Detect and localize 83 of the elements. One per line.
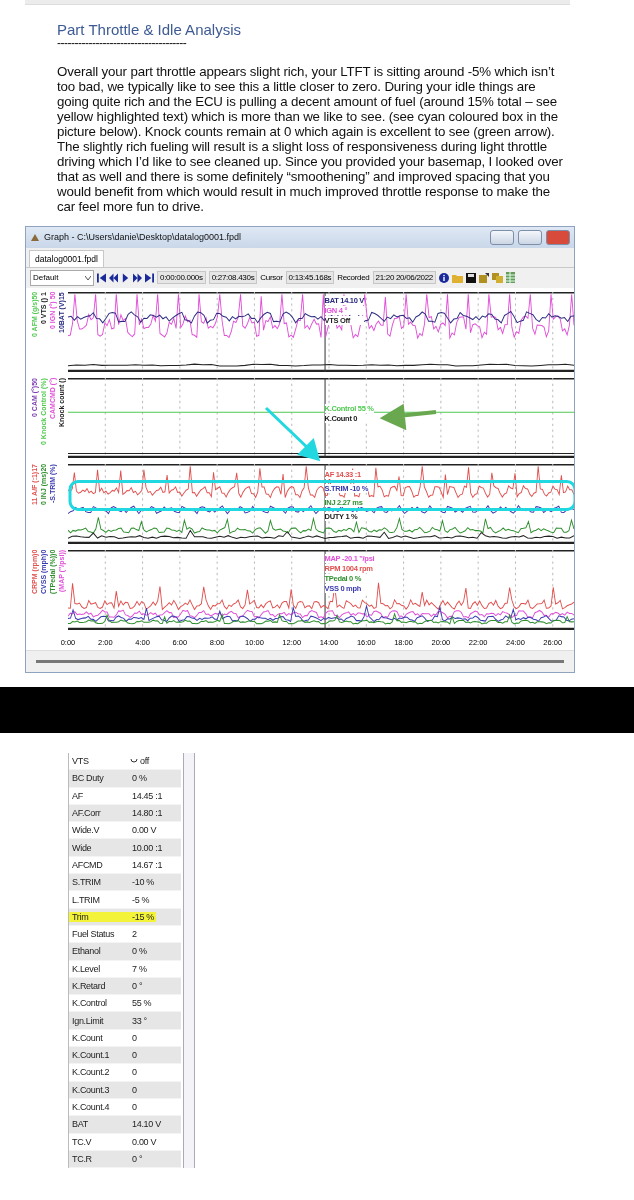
parameter-value: -10 % <box>131 877 155 888</box>
parameter-value: 10.00 :1 <box>131 842 164 853</box>
parameter-value: 2 <box>131 929 138 940</box>
parameter-value: 55 % <box>131 998 153 1009</box>
parameter-value: 0 % <box>131 773 148 784</box>
cursor-label: Cursor <box>260 273 283 283</box>
parameter-value: -15 % <box>130 911 156 922</box>
parameter-name: K.Count <box>71 1032 104 1043</box>
parameter-name: L.TRIM <box>71 894 101 905</box>
parameter-value: 33 ° <box>131 1015 148 1026</box>
parameter-value: 14.10 V <box>131 1119 162 1130</box>
playback-icon[interactable] <box>97 272 106 283</box>
parameter-name: TC.R <box>71 1153 93 1164</box>
playback-icon[interactable] <box>133 272 142 283</box>
cursor-line[interactable] <box>324 378 326 459</box>
parameter-name: K.Count.4 <box>71 1102 111 1113</box>
maximize-button[interactable] <box>518 229 542 245</box>
parameter-name: BAT <box>71 1119 89 1130</box>
cursor-line[interactable] <box>324 550 326 631</box>
cursor-line[interactable] <box>324 292 326 373</box>
parameter-value: 0 <box>131 1050 138 1061</box>
parameter-value: 7 % <box>131 963 148 974</box>
parameter-value: 14.45 :1 <box>131 790 164 801</box>
end-time-field: 0:27:08.430s <box>208 271 258 285</box>
parameter-name: K.Retard <box>71 981 107 991</box>
parameter-value: 0 ° <box>131 1153 144 1164</box>
pointer-arrow <box>264 406 320 461</box>
cursor-line[interactable] <box>324 464 326 545</box>
parameter-name: Ethanol <box>71 946 102 957</box>
toggle-icon <box>130 757 138 766</box>
info-icon[interactable] <box>439 272 449 283</box>
parameter-value: 14.80 :1 <box>131 808 164 819</box>
parameter-value: 0 ° <box>131 981 144 991</box>
parameter-name: K.Count.2 <box>71 1067 111 1078</box>
section-heading: Part Throttle & Idle Analysis <box>57 21 242 38</box>
minimize-button[interactable] <box>490 229 514 245</box>
parameter-value: 0 <box>131 1102 138 1113</box>
start-time-field: 0:00:00.000s <box>157 271 206 285</box>
recorded-label: Recorded <box>337 273 370 283</box>
parameter-value: 0 <box>131 1032 138 1043</box>
parameter-value: 14.67 :1 <box>131 859 164 870</box>
parameter-value: off <box>139 756 151 767</box>
parameter-value: 0 <box>131 1067 138 1078</box>
recorded-date-field: 21:20 20/06/2022 <box>372 271 436 285</box>
parameter-name: AF <box>71 790 84 801</box>
pointer-arrow <box>382 403 438 430</box>
parameter-name: K.Control <box>71 998 108 1009</box>
scrollbar[interactable] <box>36 660 564 664</box>
analysis-paragraph: Overall your part throttle appears slight rich, your LTFT is sitting around -5% which isn’t too bad, we typically like to see this a little closer to zero. During your idle things are going quite rich and the ECU is pulling a decent amount of fuel (around 15% total – see yellow highlighted text) which is more than we like to see. (see cyan coloured box in the picture below). Knock counts remain at 0 which again is excellent to see (green arrow). The slightly rich fueling will result is a slight loss of responsiveness during light throttle driving which I’d like to see cleaned up. Since you provided your basemap, I looked over that as well and there is some definitely “smoothening” and improved spacing that you would benefit from which would result in much improved throttle response to make the car feel more fun to drive. <box>57 64 564 214</box>
export-icon[interactable] <box>479 272 489 283</box>
parameter-name: AFCMD <box>71 859 104 870</box>
parameter-value: 0 <box>131 1084 138 1095</box>
chevron-icon <box>85 275 91 280</box>
playback-icon[interactable] <box>109 272 118 283</box>
dashed-rule: ------------------------------------- <box>57 38 187 48</box>
parameter-value: 0 % <box>131 946 148 957</box>
parameter-name: Trim <box>69 911 130 922</box>
table-icon[interactable] <box>506 272 515 284</box>
parameter-name: Fuel Status <box>71 929 116 940</box>
file-tab[interactable]: datalog0001.fpdl <box>29 249 104 267</box>
close-button[interactable] <box>546 229 570 245</box>
parameter-name: VTS <box>71 756 90 767</box>
playback-icon[interactable] <box>121 272 130 283</box>
parameter-name: Wide <box>71 842 93 853</box>
save-icon[interactable] <box>466 272 476 283</box>
window-title: Graph - C:\Users\danie\Desktop\datalog0001.fpdl <box>44 232 243 243</box>
parameter-value: 0.00 V <box>131 825 158 836</box>
parameter-name: S.TRIM <box>71 877 102 888</box>
parameter-name: BC Duty <box>71 773 105 784</box>
scrollbar[interactable] <box>183 753 195 1169</box>
parameter-name: AF.Corr <box>71 808 102 819</box>
parameter-name: K.Level <box>71 963 101 974</box>
parameter-value: 0.00 V <box>131 1136 158 1147</box>
app-icon <box>30 232 40 243</box>
cursor-time-field: 0:13:45.168s <box>285 271 335 285</box>
parameter-name: K.Count.3 <box>71 1084 111 1095</box>
parameter-value: -5 % <box>131 894 151 905</box>
parameter-name: K.Count.1 <box>71 1050 111 1061</box>
parameter-name: Ign.Limit <box>71 1015 105 1026</box>
parameter-name: Wide.V <box>71 825 101 836</box>
parameter-name: TC.V <box>71 1136 93 1147</box>
preset-dropdown[interactable]: Default <box>30 269 94 286</box>
playback-icon[interactable] <box>145 272 154 283</box>
